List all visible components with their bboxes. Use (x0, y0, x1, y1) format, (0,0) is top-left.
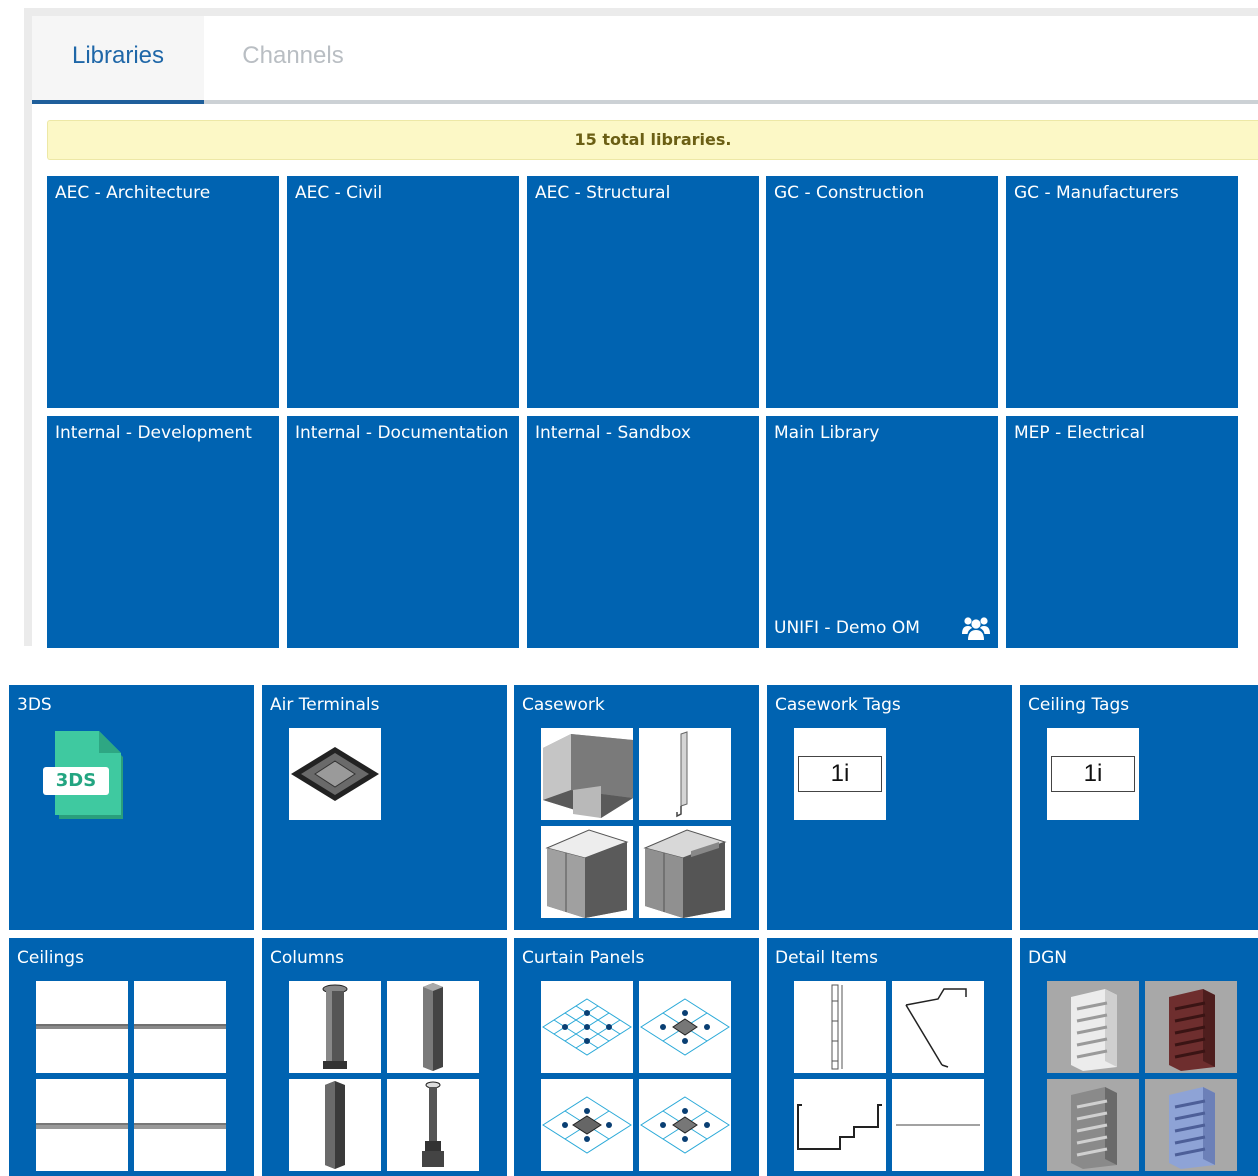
casework-thumbnail[interactable] (541, 826, 633, 918)
libraries-panel: Libraries Channels 15 total libraries. A… (24, 8, 1258, 648)
thumbnail-grid (541, 728, 734, 921)
tab-channels[interactable]: Channels (228, 16, 358, 104)
thumbnail-grid (36, 981, 229, 1174)
air-terminal-thumbnail[interactable] (289, 728, 381, 820)
3ds-file-icon: 3DS (43, 729, 133, 821)
casework-thumbnail[interactable] (639, 728, 731, 820)
library-tile-gc-construction[interactable]: GC - Construction (766, 176, 998, 408)
column-thumbnail[interactable] (289, 1079, 381, 1171)
thumbnail-grid (289, 728, 482, 921)
library-tile-internal-documentation[interactable]: Internal - Documentation (287, 416, 519, 648)
library-name: GC - Manufacturers (1014, 183, 1179, 203)
libraries-panel-content: Libraries Channels 15 total libraries. A… (32, 16, 1258, 648)
library-name: Internal - Documentation (295, 423, 509, 443)
detail-item-thumbnail[interactable] (892, 1079, 984, 1171)
curtain-panel-thumbnail[interactable] (639, 981, 731, 1073)
category-tile-ceilings[interactable]: Ceilings (9, 938, 254, 1176)
library-name: MEP - Electrical (1014, 423, 1145, 443)
category-tile-ceiling-tags[interactable]: Ceiling Tags 1i (1020, 685, 1258, 930)
library-name: AEC - Architecture (55, 183, 211, 203)
category-name: Ceilings (17, 948, 84, 968)
library-name: GC - Construction (774, 183, 925, 203)
ceiling-tag-thumbnail[interactable]: 1i (1047, 728, 1139, 820)
thumbnail-grid (794, 981, 987, 1174)
curtain-panel-thumbnail[interactable] (639, 1079, 731, 1171)
category-tile-columns[interactable]: Columns (262, 938, 507, 1176)
tab-bar: Libraries Channels (32, 16, 1258, 104)
curtain-panel-thumbnail[interactable] (541, 1079, 633, 1171)
detail-item-thumbnail[interactable] (794, 1079, 886, 1171)
tag-text: 1i (830, 760, 850, 787)
library-count-banner: 15 total libraries. (47, 120, 1258, 160)
library-subtitle: UNIFI - Demo OM (774, 618, 920, 638)
category-name: Ceiling Tags (1028, 695, 1130, 715)
column-thumbnail[interactable] (387, 1079, 479, 1171)
thumbnail-grid: 1i (1047, 728, 1240, 921)
library-tile-main-library[interactable]: Main Library UNIFI - Demo OM (766, 416, 998, 648)
library-name: Internal - Development (55, 423, 252, 443)
category-tile-casework[interactable]: Casework (514, 685, 759, 930)
tag-text: 1i (1083, 760, 1103, 787)
ceiling-thumbnail[interactable] (134, 1079, 226, 1171)
ceiling-thumbnail[interactable] (36, 1079, 128, 1171)
dgn-louver-thumbnail[interactable] (1047, 981, 1139, 1073)
library-tile-internal-development[interactable]: Internal - Development (47, 416, 279, 648)
category-name: DGN (1028, 948, 1067, 968)
category-tile-curtain-panels[interactable]: Curtain Panels (514, 938, 759, 1176)
thumbnail-grid (289, 981, 482, 1174)
library-tile-gc-manufacturers[interactable]: GC - Manufacturers (1006, 176, 1238, 408)
library-tile-aec-architecture[interactable]: AEC - Architecture (47, 176, 279, 408)
ceiling-thumbnail[interactable] (134, 981, 226, 1073)
detail-item-thumbnail[interactable] (892, 981, 984, 1073)
category-tile-casework-tags[interactable]: Casework Tags 1i (767, 685, 1012, 930)
category-tile-dgn[interactable]: DGN (1020, 938, 1258, 1176)
library-tile-internal-sandbox[interactable]: Internal - Sandbox (527, 416, 759, 648)
thumbnail-grid (1047, 981, 1240, 1174)
category-name: 3DS (17, 695, 52, 715)
category-name: Curtain Panels (522, 948, 645, 968)
library-tile-aec-structural[interactable]: AEC - Structural (527, 176, 759, 408)
column-thumbnail[interactable] (387, 981, 479, 1073)
3ds-file-label: 3DS (55, 770, 97, 791)
category-tile-air-terminals[interactable]: Air Terminals (262, 685, 507, 930)
category-name: Air Terminals (270, 695, 380, 715)
curtain-panel-thumbnail[interactable] (541, 981, 633, 1073)
detail-item-thumbnail[interactable] (794, 981, 886, 1073)
ceiling-thumbnail[interactable] (36, 981, 128, 1073)
column-thumbnail[interactable] (289, 981, 381, 1073)
category-name: Detail Items (775, 948, 879, 968)
dgn-louver-thumbnail[interactable] (1047, 1079, 1139, 1171)
dgn-louver-thumbnail[interactable] (1145, 1079, 1237, 1171)
casework-tag-thumbnail[interactable]: 1i (794, 728, 886, 820)
casework-thumbnail[interactable] (639, 826, 731, 918)
library-tile-aec-civil[interactable]: AEC - Civil (287, 176, 519, 408)
library-tile-mep-electrical[interactable]: MEP - Electrical (1006, 416, 1238, 648)
tab-libraries[interactable]: Libraries (32, 16, 204, 104)
thumbnail-grid (541, 981, 734, 1174)
library-name: AEC - Structural (535, 183, 671, 203)
users-group-icon[interactable] (962, 615, 990, 641)
category-name: Columns (270, 948, 344, 968)
category-name: Casework (522, 695, 605, 715)
casework-thumbnail[interactable] (541, 728, 633, 820)
category-tile-detail-items[interactable]: Detail Items (767, 938, 1012, 1176)
library-name: Internal - Sandbox (535, 423, 691, 443)
library-name: AEC - Civil (295, 183, 383, 203)
category-name: Casework Tags (775, 695, 901, 715)
dgn-louver-thumbnail[interactable] (1145, 981, 1237, 1073)
category-tile-3ds[interactable]: 3DS 3DS (9, 685, 254, 930)
thumbnail-grid: 1i (794, 728, 987, 921)
library-name: Main Library (774, 423, 880, 443)
